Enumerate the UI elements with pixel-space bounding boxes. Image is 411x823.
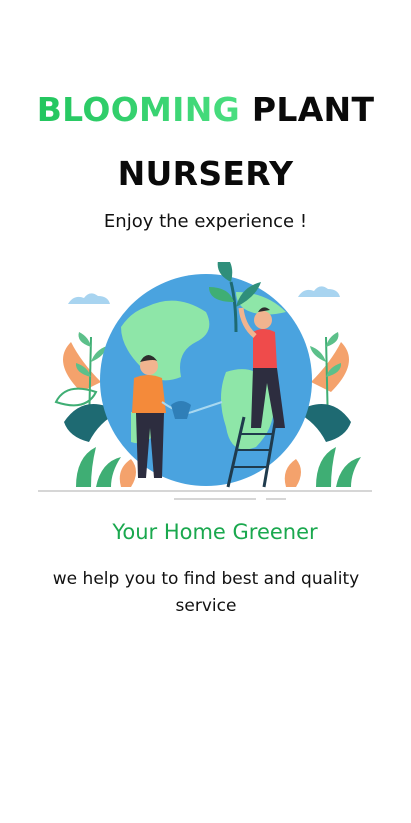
- app-title-accent: BLOOMING: [36, 90, 241, 129]
- globe-gardening-illustration-icon: [38, 262, 372, 500]
- app-title: BLOOMING PLANT NURSERY: [0, 78, 411, 206]
- app-title-line2: NURSERY: [117, 154, 294, 193]
- subtitle: Enjoy the experience !: [103, 211, 308, 232]
- description-text: we help you to find best and quality ser…: [52, 569, 360, 616]
- tagline: Your Home Greener: [112, 520, 318, 544]
- app-title-rest: PLANT: [251, 90, 375, 129]
